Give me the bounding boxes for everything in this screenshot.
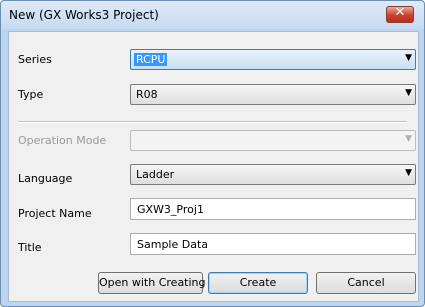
type-value: R08 <box>136 88 158 101</box>
title-bar[interactable]: New (GX Works3 Project) ✕ <box>1 1 424 29</box>
project-name-value: GXW3_Proj1 <box>137 203 204 216</box>
title-label: Title <box>18 241 42 254</box>
create-button[interactable]: Create <box>208 272 308 294</box>
type-dropdown[interactable]: R08 ▼ <box>130 84 416 105</box>
series-value: RCPU <box>134 53 168 66</box>
operation-mode-label: Operation Mode <box>18 134 107 147</box>
chevron-down-icon[interactable]: ▼ <box>405 168 412 178</box>
chevron-down-icon[interactable]: ▼ <box>405 53 412 63</box>
project-name-input[interactable]: GXW3_Proj1 <box>130 198 416 220</box>
operation-mode-dropdown: ▼ <box>130 130 416 151</box>
type-label: Type <box>18 88 44 101</box>
series-dropdown[interactable]: RCPU ▼ <box>130 49 416 70</box>
title-input[interactable]: Sample Data <box>130 233 416 255</box>
dialog-window: New (GX Works3 Project) ✕ Series RCPU ▼ … <box>0 0 425 307</box>
close-button[interactable]: ✕ <box>386 5 414 23</box>
chevron-down-icon: ▼ <box>405 134 412 144</box>
language-label: Language <box>18 172 73 185</box>
title-value: Sample Data <box>137 238 209 251</box>
window-title: New (GX Works3 Project) <box>9 8 159 22</box>
series-label: Series <box>18 53 52 66</box>
language-value: Ladder <box>136 168 175 181</box>
project-name-label: Project Name <box>18 207 92 220</box>
separator <box>18 121 407 123</box>
close-icon: ✕ <box>394 5 406 20</box>
chevron-down-icon[interactable]: ▼ <box>405 88 412 98</box>
cancel-button[interactable]: Cancel <box>316 272 416 294</box>
dialog-body: Series RCPU ▼ Type R08 ▼ Operation Mode … <box>8 31 419 302</box>
open-with-creating-button[interactable]: Open with Creating <box>98 272 206 294</box>
language-dropdown[interactable]: Ladder ▼ <box>130 164 416 185</box>
